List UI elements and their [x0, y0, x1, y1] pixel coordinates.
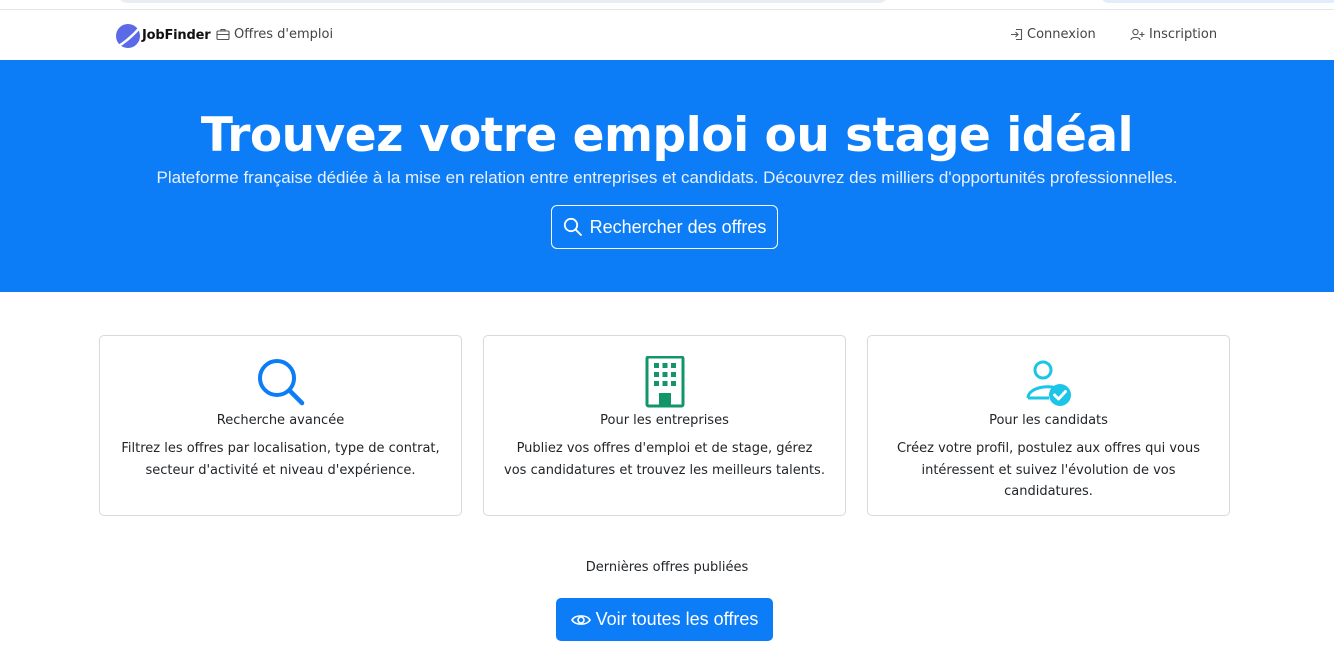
hero-title: Trouvez votre emploi ou stage idéal	[200, 108, 1134, 163]
brand-link[interactable]: JobFinder	[114, 20, 211, 50]
brand-name: JobFinder	[142, 27, 211, 43]
briefcase-icon	[216, 29, 230, 41]
eye-icon	[570, 614, 591, 625]
browser-top-strip	[0, 0, 1334, 10]
magnifier-icon	[257, 359, 304, 406]
browser-control-edge	[1100, 0, 1334, 3]
signup-link[interactable]: Inscription	[1130, 27, 1217, 42]
search-offers-label: Rechercher des offres	[589, 216, 767, 237]
navbar: JobFinder Offres d'emploi Connexion Insc…	[0, 10, 1334, 60]
feature-title: Pour les candidats	[989, 413, 1108, 428]
person-add-icon	[1130, 28, 1145, 41]
feature-title: Recherche avancée	[216, 413, 345, 428]
feature-description: Publiez vos offres d'emploi et de stage,…	[504, 441, 825, 478]
building-icon	[645, 356, 684, 408]
login-label: Connexion	[1027, 27, 1096, 42]
search-icon	[563, 217, 582, 236]
feature-card-search: Recherche avancée Filtrez les offres par…	[99, 335, 462, 516]
hero-subtitle: Plateforme française dédiée à la mise en…	[156, 168, 1178, 187]
feature-description: Créez votre profil, postulez aux offres …	[896, 441, 1201, 499]
latest-offers-heading: Dernières offres publiées	[585, 560, 749, 575]
search-offers-button[interactable]: Rechercher des offres	[551, 205, 778, 249]
hero-section: Trouvez votre emploi ou stage idéal Plat…	[0, 60, 1334, 292]
feature-card-candidates: Pour les candidats Créez votre profil, p…	[867, 335, 1230, 516]
feature-card-companies: Pour les entreprises Publiez vos offres …	[483, 335, 846, 516]
nav-jobs-label: Offres d'emploi	[234, 27, 334, 42]
logo-icon	[114, 21, 142, 49]
signup-label: Inscription	[1149, 27, 1218, 42]
view-all-offers-button[interactable]: Voir toutes les offres	[556, 598, 773, 641]
feature-description: Filtrez les offres par localisation, typ…	[121, 441, 440, 478]
login-icon	[1011, 28, 1023, 41]
address-bar-edge	[118, 0, 888, 3]
nav-jobs-link[interactable]: Offres d'emploi	[216, 27, 333, 42]
login-link[interactable]: Connexion	[1010, 27, 1096, 42]
feature-title: Pour les entreprises	[600, 413, 729, 428]
person-check-icon	[1026, 360, 1071, 406]
view-all-offers-label: Voir toutes les offres	[595, 609, 759, 629]
